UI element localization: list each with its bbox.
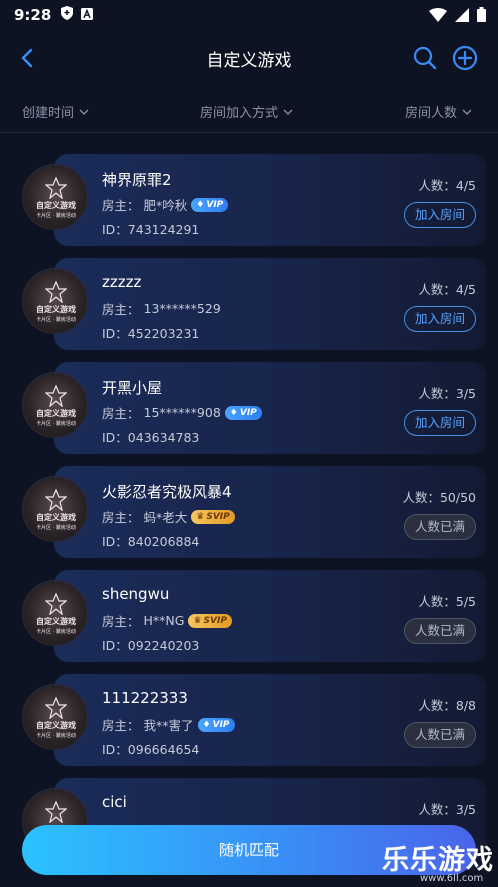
room-card[interactable]: 自定义游戏 卡片区 · 聚房活动 神界原罪2 房主： 肥*吟秋 ♦ VIP ID：74… [22, 145, 486, 246]
room-avatar: 自定义游戏 卡片区 · 聚房活动 [22, 580, 88, 646]
game-logo-icon [45, 593, 67, 615]
room-player-count: 人数：8/8 [418, 698, 476, 713]
filter-label: 创建时间 [22, 106, 75, 121]
room-avatar: 自定义游戏 卡片区 · 聚房活动 [22, 684, 88, 750]
shield-icon [61, 6, 74, 24]
diamond-icon: ♦ [202, 719, 211, 730]
room-card[interactable]: 自定义游戏 卡片区 · 聚房活动 shengwu 房主： H**NG ♛ SVIP I… [22, 561, 486, 662]
filter-player-count[interactable]: 房间人数 [405, 102, 473, 121]
room-full-button[interactable]: 人数已满 [404, 618, 476, 644]
room-card[interactable]: 自定义游戏 卡片区 · 聚房活动 111222333 房主： 我**害了 ♦ VIP … [22, 665, 486, 766]
filter-create-time[interactable]: 创建时间 [22, 102, 90, 121]
top-bar: 自定义游戏 [0, 30, 498, 86]
room-player-count: 人数：4/5 [418, 282, 476, 297]
add-room-icon[interactable] [452, 45, 478, 71]
avatar-caption: 自定义游戏 卡片区 · 聚房活动 [36, 617, 76, 635]
vip-badge: ♦ VIP [197, 717, 235, 732]
vip-badge: ♦ VIP [191, 197, 229, 212]
room-name: zzzzz [102, 273, 142, 291]
watermark-logo: 乐乐游戏 www.6ll.com [382, 838, 498, 887]
room-avatar: 自定义游戏 卡片区 · 聚房活动 [22, 268, 88, 334]
status-bar: 9:28 [0, 0, 498, 30]
chevron-down-icon [283, 109, 293, 115]
avatar-caption: 自定义游戏 卡片区 · 聚房活动 [36, 201, 76, 219]
room-player-count: 人数：3/5 [418, 386, 476, 401]
room-id: ID：743124291 [102, 222, 200, 237]
watermark-url: www.6ll.com [420, 873, 484, 884]
room-name: 111222333 [102, 689, 188, 707]
room-card[interactable]: 自定义游戏 卡片区 · 聚房活动 zzzzz 房主： 13******529 ID：… [22, 249, 486, 350]
room-avatar: 自定义游戏 卡片区 · 聚房活动 [22, 476, 88, 542]
watermark-text: 乐乐游戏 [382, 845, 494, 876]
room-name: 神界原罪2 [102, 171, 172, 189]
game-logo-icon [45, 801, 67, 823]
room-owner: 房主： 13******529 [102, 301, 221, 317]
room-owner: 房主： 肥*吟秋 ♦ VIP [102, 195, 229, 214]
room-owner: 房主： 我**害了 ♦ VIP [102, 715, 235, 734]
crown-icon: ♛ [193, 615, 202, 626]
chevron-down-icon [462, 109, 472, 115]
room-id: ID：840206884 [102, 534, 200, 549]
room-owner: 房主： 蚂*老大 ♛ SVIP [102, 507, 235, 526]
diamond-icon: ♦ [229, 407, 238, 418]
room-player-count: 人数：3/5 [418, 802, 476, 817]
room-name: shengwu [102, 585, 170, 603]
game-logo-icon [45, 177, 67, 199]
chevron-down-icon [79, 109, 89, 115]
avatar-caption: 自定义游戏 卡片区 · 聚房活动 [36, 721, 76, 739]
filter-label: 房间人数 [405, 106, 458, 121]
avatar-caption: 自定义游戏 卡片区 · 聚房活动 [36, 513, 76, 531]
status-time: 9:28 [14, 6, 52, 24]
crown-icon: ♛ [196, 511, 205, 522]
filter-join-method[interactable]: 房间加入方式 [200, 102, 294, 121]
vip-badge: ♦ VIP [224, 405, 262, 420]
room-id: ID：452203231 [102, 326, 200, 341]
room-owner: 房主： 15******908 ♦ VIP [102, 403, 262, 422]
search-icon[interactable] [412, 45, 438, 71]
filter-bar: 创建时间 房间加入方式 房间人数 [0, 94, 498, 130]
game-logo-icon [45, 385, 67, 407]
diamond-icon: ♦ [196, 199, 205, 210]
room-full-button[interactable]: 人数已满 [404, 722, 476, 748]
room-full-button[interactable]: 人数已满 [404, 514, 476, 540]
room-avatar: 自定义游戏 卡片区 · 聚房活动 [22, 372, 88, 438]
room-name: 火影忍者究极风暴4 [102, 483, 232, 501]
room-id: ID：043634783 [102, 430, 200, 445]
join-room-button[interactable]: 加入房间 [404, 202, 476, 228]
svip-badge: ♛ SVIP [191, 509, 235, 524]
join-room-button[interactable]: 加入房间 [404, 306, 476, 332]
room-player-count: 人数：5/5 [418, 594, 476, 609]
wifi-icon [429, 7, 447, 26]
page-title: 自定义游戏 [206, 50, 292, 71]
room-card[interactable]: 自定义游戏 卡片区 · 聚房活动 火影忍者究极风暴4 房主： 蚂*老大 ♛ SVIP … [22, 457, 486, 558]
app-a-icon [81, 6, 94, 24]
game-logo-icon [45, 489, 67, 511]
status-indicators [429, 7, 486, 26]
room-name: cici [102, 793, 127, 811]
avatar-caption: 自定义游戏 卡片区 · 聚房活动 [36, 305, 76, 323]
game-logo-icon [45, 281, 67, 303]
battery-icon [477, 7, 486, 26]
divider [0, 132, 498, 133]
back-arrow-icon[interactable] [16, 46, 40, 70]
join-room-button[interactable]: 加入房间 [404, 410, 476, 436]
room-avatar: 自定义游戏 卡片区 · 聚房活动 [22, 164, 88, 230]
avatar-caption: 自定义游戏 卡片区 · 聚房活动 [36, 409, 76, 427]
svip-badge: ♛ SVIP [188, 613, 232, 628]
signal-icon [455, 7, 469, 26]
filter-label: 房间加入方式 [200, 106, 279, 121]
room-player-count: 人数：4/5 [418, 178, 476, 193]
room-card[interactable]: 自定义游戏 卡片区 · 聚房活动 开黑小屋 房主： 15******908 ♦ VIP… [22, 353, 486, 454]
room-id: ID：096664654 [102, 742, 200, 757]
room-owner: 房主： H**NG ♛ SVIP [102, 611, 232, 630]
room-name: 开黑小屋 [102, 379, 163, 397]
room-player-count: 人数：50/50 [402, 490, 476, 505]
room-id: ID：092240203 [102, 638, 200, 653]
game-logo-icon [45, 697, 67, 719]
